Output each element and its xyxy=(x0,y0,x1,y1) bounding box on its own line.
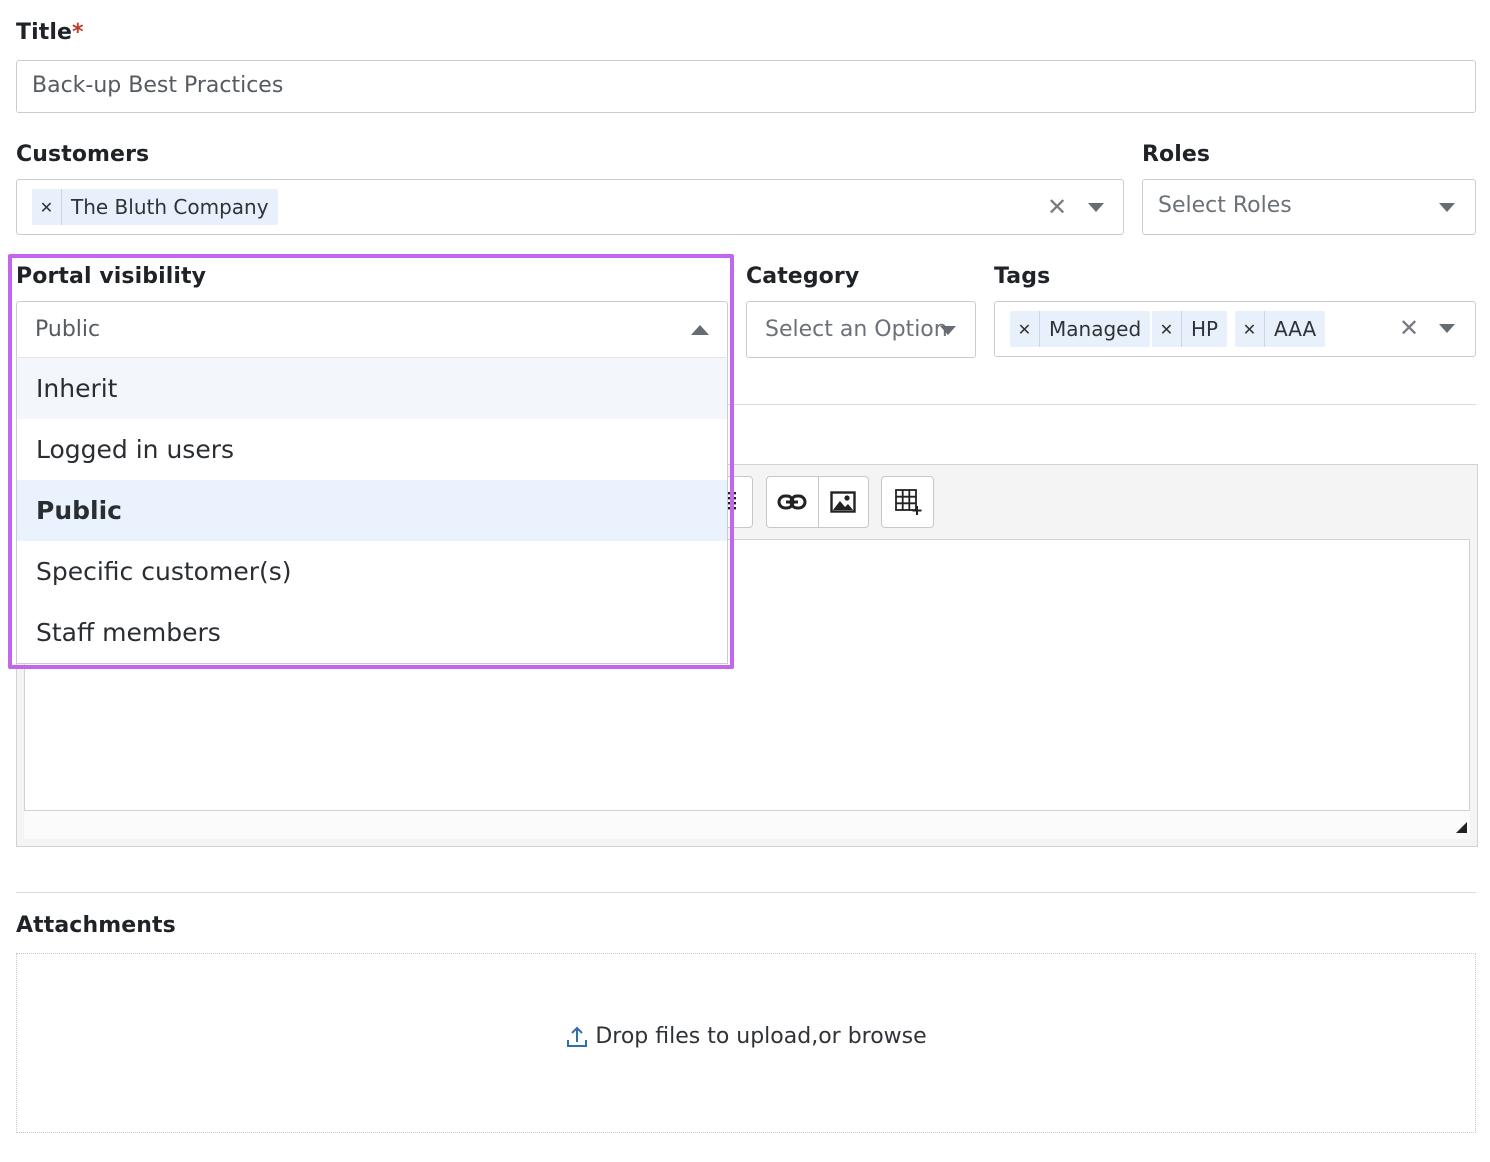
tag-chip: ✕ HP xyxy=(1152,311,1228,347)
customers-select[interactable]: ✕ The Bluth Company ✕ xyxy=(16,179,1124,235)
file-dropzone[interactable]: Drop files to upload,or browse xyxy=(16,953,1476,1133)
upload-icon xyxy=(567,1026,588,1047)
tag-chip-label: Managed xyxy=(1049,317,1142,341)
attachments-label: Attachments xyxy=(16,913,176,938)
tags-select[interactable]: ✕ Managed ✕ HP ✕ AAA ✕ xyxy=(994,301,1476,357)
resize-handle-icon[interactable] xyxy=(1456,822,1467,833)
remove-chip-icon[interactable]: ✕ xyxy=(1235,311,1265,347)
customer-chip: ✕ The Bluth Company xyxy=(32,189,278,225)
tags-label: Tags xyxy=(994,264,1051,289)
chevron-down-icon[interactable] xyxy=(1439,324,1455,333)
customers-label: Customers xyxy=(16,142,150,167)
remove-chip-icon[interactable]: ✕ xyxy=(1010,311,1040,347)
section-divider xyxy=(16,892,1476,893)
toolbar-group-media xyxy=(766,476,869,528)
tag-chip: ✕ Managed xyxy=(1010,311,1151,347)
remove-chip-icon[interactable]: ✕ xyxy=(32,189,62,225)
dropzone-prompt: Drop files to upload,or browse xyxy=(17,1024,1475,1049)
category-label: Category xyxy=(746,264,860,289)
dropzone-text: Drop files to upload,or browse xyxy=(595,1024,927,1049)
roles-select[interactable]: Select Roles xyxy=(1142,179,1476,235)
tag-chip-label: HP xyxy=(1191,317,1219,341)
roles-placeholder: Select Roles xyxy=(1158,193,1292,218)
remove-chip-icon[interactable]: ✕ xyxy=(1152,311,1182,347)
clear-tags-icon[interactable]: ✕ xyxy=(1399,316,1419,340)
highlight-box xyxy=(8,254,734,669)
category-select[interactable]: Select an Option xyxy=(746,301,976,358)
chevron-down-icon[interactable] xyxy=(940,326,956,335)
clear-customers-icon[interactable]: ✕ xyxy=(1047,195,1067,219)
required-asterisk: * xyxy=(72,20,84,45)
chevron-down-icon[interactable] xyxy=(1439,203,1455,212)
editor-statusbar xyxy=(24,811,1470,839)
tag-chip: ✕ AAA xyxy=(1235,311,1326,347)
link-icon[interactable] xyxy=(767,477,818,527)
tag-chip-label: AAA xyxy=(1274,317,1317,341)
category-placeholder: Select an Option xyxy=(765,317,948,342)
title-input-value: Back-up Best Practices xyxy=(32,73,284,98)
title-input[interactable]: Back-up Best Practices xyxy=(16,60,1476,113)
roles-label: Roles xyxy=(1142,142,1211,167)
image-icon[interactable] xyxy=(817,477,869,527)
customer-chip-label: The Bluth Company xyxy=(71,195,269,219)
table-insert-icon[interactable] xyxy=(882,477,933,527)
toolbar-group-table xyxy=(881,476,934,528)
chevron-down-icon[interactable] xyxy=(1088,203,1104,212)
title-label: Title* xyxy=(16,20,84,45)
